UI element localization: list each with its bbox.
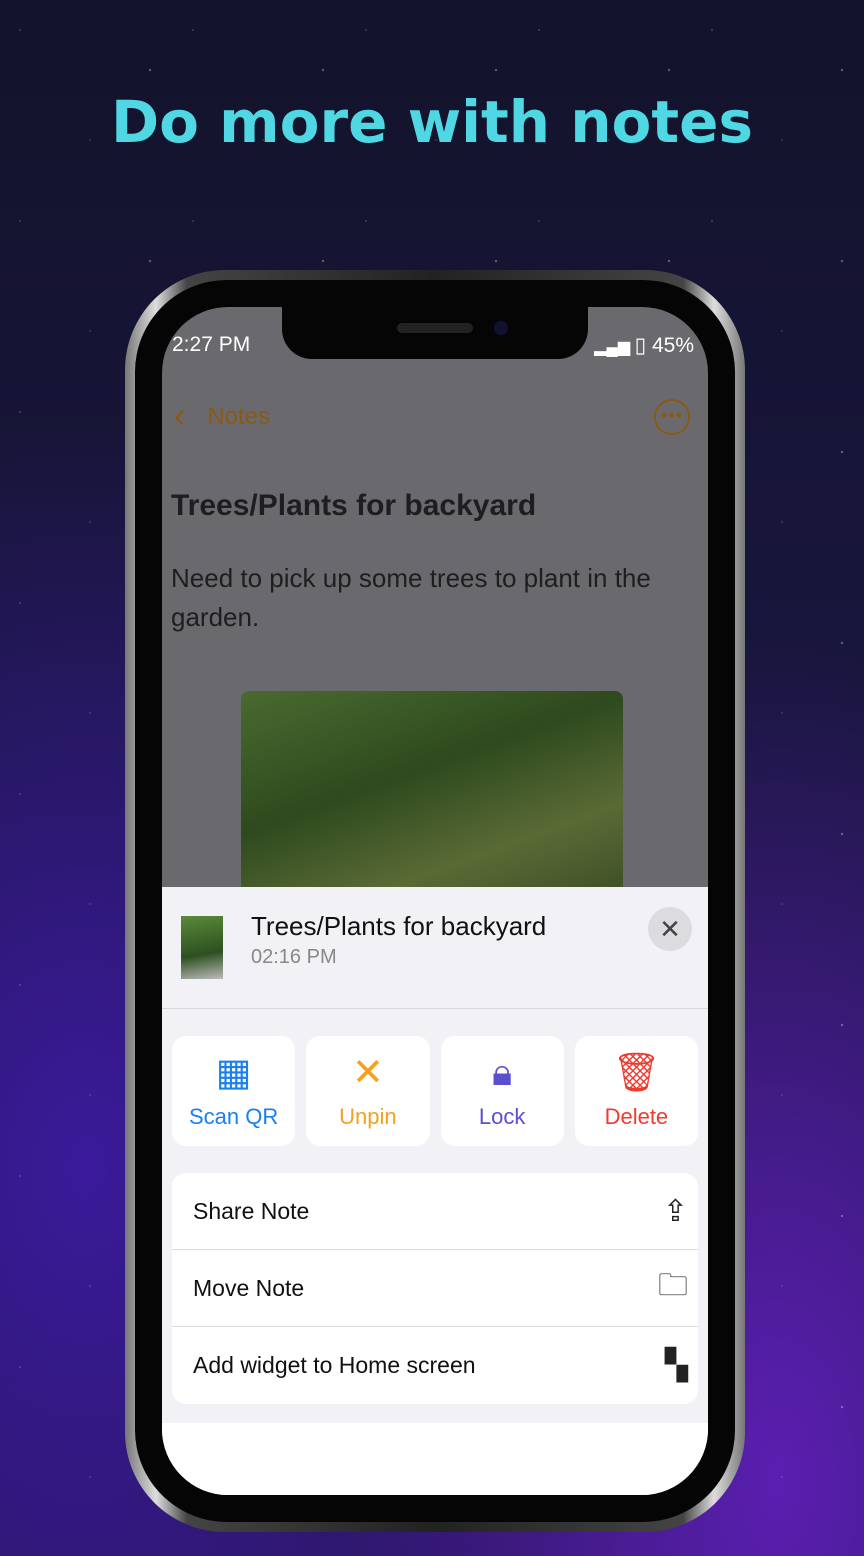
nav-bar: ‹ Notes ••• [174,397,690,436]
sheet-time: 02:16 PM [251,946,337,968]
add-widget-item[interactable]: Add widget to Home screen ▚ [172,1327,698,1404]
delete-button[interactable]: 🗑︎ Delete [574,1036,698,1146]
battery-level: 45% [651,334,694,357]
unpin-button[interactable]: ✕ Unpin [306,1036,430,1146]
share-note-item[interactable]: Share Note ⇪ [172,1173,698,1250]
widget-icon: ▚ [664,1349,688,1382]
signal-icon: ▂▄▆ [594,339,635,356]
screen: 2:27 PM ▂▄▆ ▯ 45% ‹ Notes ••• Trees/Plan… [162,307,708,1495]
lock-button[interactable]: 🔒︎ Lock [440,1036,564,1146]
lock-icon: 🔒︎ [492,1052,513,1094]
battery-icon: ▯ [634,334,647,357]
note-thumbnail [181,916,223,979]
folder-icon: 🗀 [658,1268,688,1302]
qr-scan-icon: ▦ [215,1052,252,1094]
back-button[interactable]: Notes [207,403,270,431]
trash-icon: 🗑︎ [612,1052,661,1094]
move-note-item[interactable]: Move Note 🗀 [172,1250,698,1327]
camera-icon [494,321,508,335]
note-body: Need to pick up some trees to plant in t… [171,563,651,632]
unpin-icon: ✕ [351,1052,384,1094]
action-sheet: Trees/Plants for backyard 02:16 PM ✕ ▦ Sc… [162,887,708,1495]
headline: Do more with notes [111,88,753,156]
options-list: Share Note ⇪ Move Note 🗀 Add widget to Hom… [172,1173,698,1404]
share-icon: ⇪ [662,1194,688,1228]
note-title: Trees/Plants for backyard [171,489,537,522]
system-nav-bar [162,1423,708,1495]
note-image [241,691,623,911]
phone-frame: 2:27 PM ▂▄▆ ▯ 45% ‹ Notes ••• Trees/Plan… [125,270,745,1532]
ellipsis-circle-icon[interactable]: ••• [654,398,690,435]
status-time: 2:27 PM [172,333,251,356]
scan-qr-button[interactable]: ▦ Scan QR [172,1036,296,1146]
close-button[interactable]: ✕ [648,907,692,951]
close-icon: ✕ [659,914,681,944]
notch [282,307,588,359]
sheet-title: Trees/Plants for backyard [251,911,547,941]
back-chevron-icon[interactable]: ‹ [174,397,185,436]
